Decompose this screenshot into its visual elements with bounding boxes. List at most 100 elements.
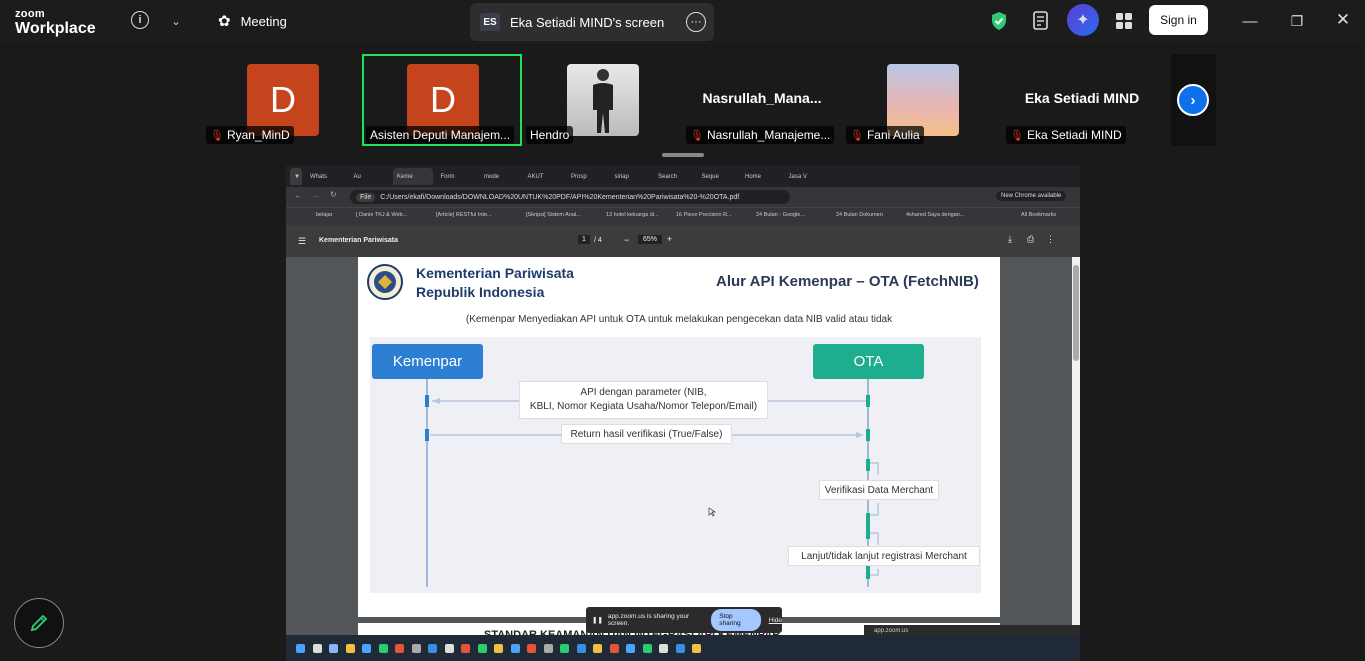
annotate-pencil-icon[interactable] bbox=[14, 598, 64, 648]
taskbar-app-icon[interactable] bbox=[395, 644, 404, 653]
meeting-menu[interactable]: ✿ Meeting bbox=[218, 12, 287, 30]
apps-icon[interactable] bbox=[1112, 9, 1136, 33]
taskbar-app-icon[interactable] bbox=[329, 644, 338, 653]
zoom-in-icon[interactable]: + bbox=[667, 234, 672, 244]
taskbar-app-icon[interactable] bbox=[411, 644, 421, 653]
scroll-thumb[interactable] bbox=[1073, 265, 1079, 361]
shield-icon[interactable] bbox=[989, 10, 1009, 32]
bookmark-item[interactable]: 24 Bulan - Google... bbox=[756, 212, 805, 218]
taskbar-app-icon[interactable] bbox=[576, 644, 586, 653]
hide-button[interactable]: Hide bbox=[769, 617, 782, 624]
taskbar-app-icon[interactable] bbox=[659, 644, 668, 653]
bookmark-item[interactable]: 24 Bulan Dokumen bbox=[836, 212, 883, 218]
browser-tab[interactable]: Au bbox=[350, 168, 390, 185]
taskbar-app-icon[interactable] bbox=[593, 644, 602, 653]
print-icon[interactable]: ⎙ bbox=[1027, 234, 1034, 245]
participant-tile-nasrullah[interactable]: Nasrullah_Mana... 🎙︎ Nasrullah_Manajeme..… bbox=[682, 54, 842, 146]
participant-tile-eka[interactable]: Eka Setiadi MIND 🎙︎ Eka Setiadi MIND bbox=[1002, 54, 1162, 146]
zoom-out-icon[interactable]: − bbox=[624, 235, 629, 245]
taskbar-app-icon[interactable] bbox=[345, 644, 355, 653]
browser-tab[interactable]: Search bbox=[654, 168, 694, 185]
browser-tab[interactable]: Seque bbox=[698, 168, 738, 185]
taskbar-app-icon[interactable] bbox=[510, 644, 520, 653]
info-icon[interactable]: i bbox=[131, 11, 149, 29]
taskbar-app-icon[interactable] bbox=[494, 644, 503, 653]
pdf-toolbar: ☰ Kementerian Pariwisata 1 / 4 − 65% + ⤓… bbox=[286, 225, 1080, 257]
restore-icon[interactable]: ❐ bbox=[1288, 12, 1306, 30]
back-icon[interactable]: ← bbox=[294, 191, 302, 200]
screen-share-tab[interactable]: ES Eka Setiadi MIND's screen ··· bbox=[470, 3, 714, 41]
browser-tab[interactable]: Prosp bbox=[567, 168, 607, 185]
bookmark-item[interactable]: [ Danie TKJ & Web... bbox=[356, 212, 407, 218]
stop-sharing-button[interactable]: Stop sharing bbox=[711, 609, 761, 631]
slide-title: Alur API Kemenpar – OTA (FetchNIB) bbox=[716, 273, 979, 290]
message-continue: Lanjut/tidak lanjut registrasi Merchant bbox=[788, 546, 980, 566]
bookmark-item[interactable]: All Bookmarks bbox=[1021, 212, 1056, 218]
taskbar-app-icon[interactable] bbox=[428, 644, 437, 653]
browser-tab[interactable]: Form bbox=[437, 168, 477, 185]
org-line2: Republik Indonesia bbox=[416, 283, 545, 300]
bookmark-item[interactable]: 13 hotel keluarga di... bbox=[606, 212, 659, 218]
bookmark-item[interactable]: [Article] RESTful Inte... bbox=[436, 212, 492, 218]
participant-name: Hendro bbox=[526, 126, 574, 144]
reload-icon[interactable]: ↻ bbox=[330, 190, 337, 199]
browser-tab[interactable]: Home bbox=[741, 168, 781, 185]
participant-name-label: Ryan_MinD bbox=[226, 128, 290, 142]
close-icon[interactable]: ✕ bbox=[1334, 10, 1352, 29]
next-page-arrow-icon[interactable]: › bbox=[1177, 84, 1209, 116]
taskbar-app-icon[interactable] bbox=[477, 644, 487, 653]
taskbar-app-icon[interactable] bbox=[378, 644, 388, 653]
update-chip[interactable]: New Chrome available bbox=[996, 191, 1067, 201]
participant-name: Asisten Deputi Manajem... bbox=[366, 126, 515, 144]
resize-handle[interactable] bbox=[662, 153, 704, 157]
bookmark-item[interactable]: 16 Piece Precision R... bbox=[676, 212, 732, 218]
taskbar-app-icon[interactable] bbox=[362, 644, 371, 653]
download-icon[interactable]: ⤓ bbox=[1008, 234, 1012, 245]
participant-name-label: Asisten Deputi Manajem... bbox=[370, 128, 511, 142]
taskbar-app-icon[interactable] bbox=[461, 644, 470, 653]
participant-tile-hendro[interactable]: Hendro bbox=[522, 54, 682, 146]
browser-tab[interactable]: Whats bbox=[306, 168, 346, 185]
bookmark-item[interactable]: 4shared Saya dengan... bbox=[906, 212, 964, 218]
bookmarks-bar: belajar [ Danie TKJ & Web... [Article] RES… bbox=[286, 207, 1080, 225]
pdf-scrollbar[interactable] bbox=[1072, 257, 1080, 661]
browser-tab[interactable]: Jasa V bbox=[785, 168, 825, 185]
ai-companion-icon[interactable]: ✦ bbox=[1067, 4, 1099, 36]
tab-search-icon[interactable]: ▼ bbox=[290, 168, 302, 185]
pause-icon[interactable]: ❚❚ bbox=[592, 616, 603, 624]
bookmark-item[interactable]: belajar bbox=[316, 212, 333, 218]
forward-icon[interactable]: → bbox=[312, 191, 320, 200]
message-return: Return hasil verifikasi (True/False) bbox=[561, 424, 732, 444]
taskbar-app-icon[interactable] bbox=[609, 644, 619, 653]
taskbar-app-icon[interactable] bbox=[444, 644, 454, 653]
menu-icon[interactable]: ☰ bbox=[298, 236, 306, 247]
taskbar-app-icon[interactable] bbox=[642, 644, 652, 653]
taskbar-app-icon[interactable] bbox=[692, 644, 701, 653]
participant-tile-fani[interactable]: 🎙︎ Fani Aulia bbox=[842, 54, 1002, 146]
minimize-icon[interactable]: — bbox=[1242, 12, 1258, 30]
taskbar-app-icon[interactable] bbox=[296, 644, 305, 653]
taskbar-app-icon[interactable] bbox=[527, 644, 536, 653]
notes-icon[interactable] bbox=[1030, 10, 1052, 32]
browser-tab[interactable]: mode bbox=[480, 168, 520, 185]
browser-tab[interactable]: Keme bbox=[393, 168, 433, 185]
taskbar-app-icon[interactable] bbox=[626, 644, 635, 653]
paw-icon: ✿ bbox=[218, 13, 231, 30]
taskbar-app-icon[interactable] bbox=[312, 644, 322, 653]
url-field[interactable]: File C:/Users/ekafi/Downloads/DOWNLOAD%2… bbox=[350, 190, 790, 204]
taskbar-app-icon[interactable] bbox=[543, 644, 553, 653]
bookmark-item[interactable]: [Skripsi] Sistem Anal... bbox=[526, 212, 581, 218]
more-icon[interactable]: ··· bbox=[686, 12, 706, 32]
chevron-down-icon[interactable]: ⌄ bbox=[168, 12, 184, 30]
participant-tile-asisten[interactable]: D Asisten Deputi Manajem... bbox=[362, 54, 522, 146]
page-input[interactable]: 1 bbox=[578, 235, 590, 244]
taskbar-app-icon[interactable] bbox=[675, 644, 685, 653]
more-vert-icon[interactable]: ⋮ bbox=[1046, 234, 1055, 245]
browser-tab[interactable]: siriap bbox=[611, 168, 651, 185]
browser-tab[interactable]: AKUT bbox=[524, 168, 564, 185]
zoom-input[interactable]: 65% bbox=[638, 235, 663, 244]
sign-in-button[interactable]: Sign in bbox=[1149, 5, 1208, 35]
participant-tile-ryan[interactable]: D 🎙︎ Ryan_MinD bbox=[202, 54, 362, 146]
taskbar-app-icon[interactable] bbox=[560, 644, 569, 653]
msg1-line2: KBLI, Nomor Kegiata Usaha/Nomor Telepon/… bbox=[529, 401, 758, 412]
